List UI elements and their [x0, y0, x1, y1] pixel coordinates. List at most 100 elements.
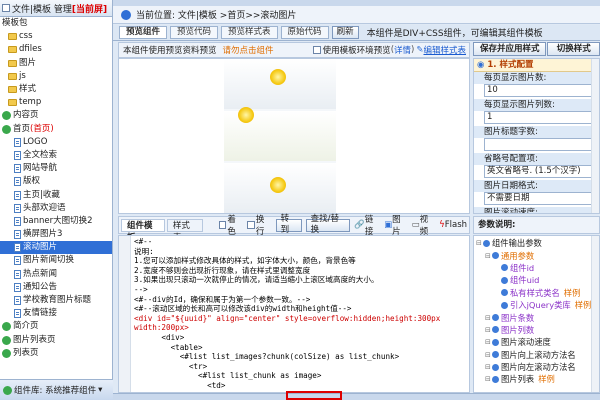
location-bar: 当前位置: 文件|模板 >首页>>滚动图片 — [113, 6, 600, 24]
sun-icon — [270, 69, 286, 85]
tree-item[interactable]: 热点新闻 — [0, 268, 112, 281]
tree-item[interactable]: 友情链接 — [0, 307, 112, 320]
tree-item[interactable]: css — [0, 30, 112, 43]
param-sample-badge[interactable]: 样例 — [575, 299, 592, 311]
expand-icon[interactable]: ⊟ — [485, 349, 491, 361]
find-replace-button[interactable]: 查找/替换 — [305, 214, 351, 235]
param-item[interactable]: ⊟ 图片向上滚动方法名 — [474, 349, 599, 361]
goto-button[interactable]: 转到 — [275, 214, 302, 235]
param-item[interactable]: 组件uid — [474, 274, 599, 286]
param-item[interactable]: ⊟ 图片条数 — [474, 311, 599, 323]
tree-item[interactable]: 全文检索 — [0, 149, 112, 162]
template-preview-checkbox[interactable] — [312, 46, 321, 54]
tree-item[interactable]: 样式 — [0, 83, 112, 96]
tab-component-template[interactable]: 组件模板 — [121, 218, 165, 243]
tree-item[interactable]: banner大图切换2 — [0, 215, 112, 228]
expand-icon[interactable]: ⊟ — [485, 373, 491, 385]
param-item[interactable]: ⊟ 图片列表 样例 — [474, 373, 599, 385]
image-cell[interactable] — [224, 59, 336, 109]
tree-item[interactable]: LOGO — [0, 136, 112, 149]
param-sample-badge[interactable]: 样例 — [538, 373, 555, 385]
config-scrollbar[interactable] — [591, 59, 599, 213]
tree-item[interactable]: 网站导航 — [0, 162, 112, 175]
config-field-input[interactable]: 英文省略号. (1.5个汉字) — [484, 165, 596, 178]
param-item[interactable]: 私有样式类名 样例 — [474, 287, 599, 299]
tree-item[interactable]: dfiles — [0, 43, 112, 56]
bottom-bar — [113, 393, 600, 400]
tree-item[interactable]: 图片列表页 — [0, 334, 112, 347]
save-apply-style-button[interactable]: 保存并应用样式 — [473, 42, 547, 56]
params-scrollbar[interactable] — [591, 236, 599, 392]
tree-item[interactable]: 模板包 — [0, 17, 112, 30]
param-label: 图片滚动速度 — [501, 337, 551, 348]
expand-icon[interactable]: ⊟ — [485, 312, 491, 324]
tree-item[interactable]: 版权 — [0, 175, 112, 188]
tree-item[interactable]: js — [0, 70, 112, 83]
tab-preview-stylesheet[interactable]: 预览样式表 — [221, 26, 278, 39]
config-field-input[interactable]: 10 — [484, 84, 596, 97]
param-item[interactable]: ⊟ 组件输出参数 — [474, 237, 599, 249]
tree-header-label[interactable]: 文件|模板 管理 — [12, 2, 72, 15]
link-button[interactable]: 🔗 链接 — [354, 213, 380, 237]
folder-icon — [8, 33, 17, 41]
page-group-icon — [2, 348, 11, 358]
video-button[interactable]: ▭ 视频 — [412, 213, 436, 237]
image-cell[interactable] — [224, 163, 336, 213]
tab-stylesheet[interactable]: 样式表 — [166, 218, 203, 243]
param-sample-badge[interactable]: 样例 — [564, 287, 581, 299]
tree-item[interactable]: 通知公告 — [0, 281, 112, 294]
param-item[interactable]: ⊟ 图片列数 — [474, 324, 599, 336]
config-field-input[interactable] — [484, 138, 596, 151]
tree-item[interactable]: 图片 — [0, 57, 112, 70]
param-item[interactable]: ⊟ 图片滚动速度 — [474, 336, 599, 348]
tree-item[interactable]: temp — [0, 96, 112, 109]
expand-icon[interactable]: ⊟ — [485, 361, 491, 373]
template-code-editor[interactable]: <#-- 说明: 1.您可以添加样式修改具体的样式，如字体大小，颜色，背景色等 2.宽… — [118, 235, 470, 393]
edit-stylesheet-icon: ✎ — [416, 45, 424, 55]
param-item[interactable]: ⊟ 图片向左滚动方法名 — [474, 361, 599, 373]
image-cell[interactable] — [224, 107, 336, 207]
flash-button[interactable]: ϟ Flash — [439, 220, 467, 230]
tree-header-checkbox[interactable] — [2, 4, 10, 12]
config-field-input[interactable]: 不需要日期 — [484, 192, 596, 205]
tab-preview-code[interactable]: 预览代码 — [170, 26, 219, 39]
tree-item[interactable]: 头部欢迎语 — [0, 202, 112, 215]
switch-style-button[interactable]: 切换样式 — [547, 42, 600, 56]
tree-item[interactable]: 横屏图片3 — [0, 228, 112, 241]
param-item[interactable]: 引入jQuery类库 样例 — [474, 299, 599, 311]
expand-icon[interactable]: ⊟ — [485, 250, 491, 262]
param-item[interactable]: 组件id — [474, 262, 599, 274]
tree-item[interactable]: 主页|收藏 — [0, 188, 112, 201]
tree-item[interactable]: 图片新闻切换 — [0, 254, 112, 267]
config-field-input[interactable]: 1 — [484, 111, 596, 124]
wrap-toggle[interactable]: 换行 — [247, 213, 271, 237]
colorize-toggle[interactable]: 着色 — [218, 213, 243, 237]
refresh-button[interactable]: 刷新 — [331, 26, 359, 39]
tree-item[interactable]: 内容页 — [0, 109, 112, 122]
detail-link[interactable]: 详情 — [394, 44, 411, 56]
tree-item[interactable]: 简介页 — [0, 320, 112, 333]
tree-item[interactable]: 列表页 — [0, 347, 112, 360]
tree-item[interactable]: 学校教育图片标题 — [0, 294, 112, 307]
tree-item[interactable]: 滚动图片 — [0, 241, 112, 255]
tab-source-code[interactable]: 原始代码 — [280, 26, 329, 39]
expand-icon[interactable]: ⊟ — [485, 324, 491, 336]
expand-icon[interactable]: ⊟ — [485, 336, 491, 348]
video-label: 视频 — [419, 215, 429, 237]
tree-item[interactable]: 首页 (首页) — [0, 123, 112, 136]
code-line: width:200px> — [134, 323, 189, 333]
param-label: 图片列表 — [501, 374, 535, 385]
code-area[interactable]: <#-- 说明: 1.您可以添加样式修改具体的样式，如字体大小，颜色，背景色等 2.宽… — [131, 236, 469, 392]
wrap-checkbox[interactable] — [247, 221, 255, 229]
param-icon — [492, 314, 499, 322]
image-button[interactable]: ▣ 图片 — [384, 213, 408, 237]
param-icon — [492, 326, 499, 334]
param-item[interactable]: ⊟ 通用参数 — [474, 249, 599, 261]
expand-icon[interactable]: ⊟ — [476, 237, 482, 249]
colorize-checkbox[interactable] — [218, 221, 227, 229]
component-library-select[interactable]: 组件库: 系统推荐组件 ▾ — [0, 379, 113, 400]
code-line: <#list list_images?chunk(colSize) as lis… — [134, 352, 400, 362]
edit-stylesheet-link[interactable]: 编辑样式表 — [423, 44, 466, 56]
tab-preview-component[interactable]: 预览组件 — [119, 26, 168, 39]
video-icon: ▭ — [411, 220, 420, 230]
